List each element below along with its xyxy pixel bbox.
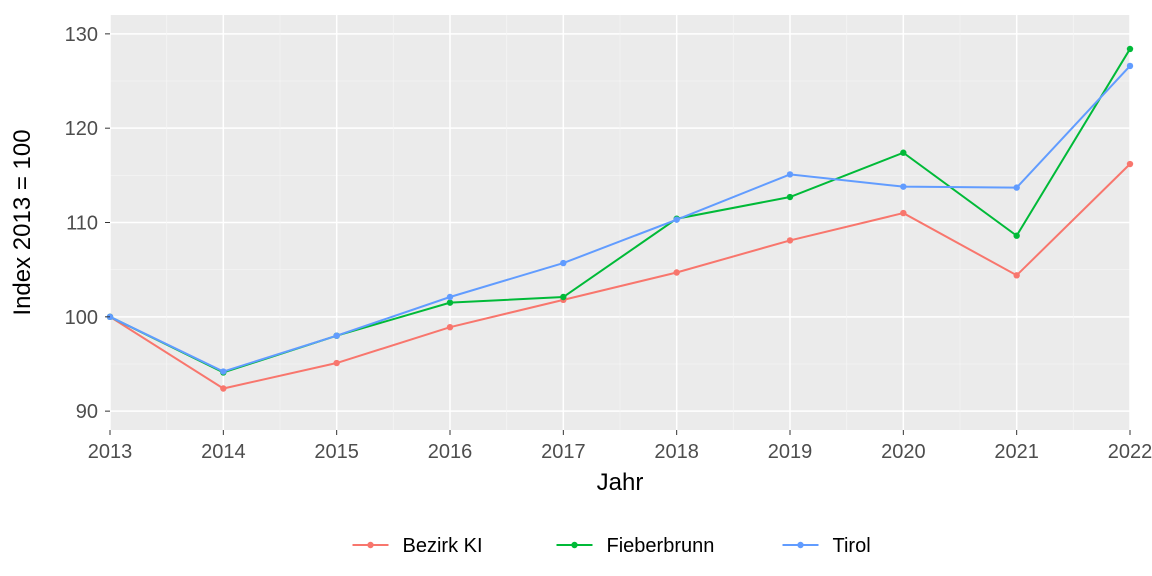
data-point xyxy=(1127,161,1133,167)
line-chart: 2013 2014 2015 2016 2017 2018 2019 2020 2021 2022… xyxy=(0,0,1152,576)
data-point xyxy=(900,150,906,156)
legend-key-point xyxy=(571,542,577,548)
y-tick-label: 110 xyxy=(66,213,98,235)
data-point xyxy=(560,294,566,300)
data-point xyxy=(1013,272,1019,278)
data-point xyxy=(787,237,793,243)
data-point xyxy=(1127,63,1133,69)
chart-container: 2013 2014 2015 2016 2017 2018 2019 2020 2021 2022… xyxy=(0,0,1152,576)
data-point xyxy=(900,183,906,189)
data-point xyxy=(787,171,793,177)
legend-key-point xyxy=(797,542,803,548)
x-tick-label: 2020 xyxy=(881,441,926,463)
y-tick-label: 130 xyxy=(65,24,98,46)
legend-item: Bezirk KI xyxy=(353,535,483,557)
data-point xyxy=(1127,46,1133,52)
legend-item: Tirol xyxy=(783,535,871,557)
data-point xyxy=(333,332,339,338)
legend: Bezirk KI Fieberbrunn Tirol xyxy=(353,535,871,557)
legend-label: Tirol xyxy=(833,535,871,557)
data-point xyxy=(673,269,679,275)
data-point xyxy=(900,210,906,216)
data-point xyxy=(447,324,453,330)
x-tick-label: 2022 xyxy=(1108,441,1152,463)
x-tick-label: 2016 xyxy=(428,441,473,463)
data-point xyxy=(447,294,453,300)
x-tick-label: 2017 xyxy=(541,441,586,463)
data-point xyxy=(1013,184,1019,190)
data-point xyxy=(333,360,339,366)
data-point xyxy=(220,368,226,374)
x-tick-label: 2015 xyxy=(314,441,359,463)
data-point xyxy=(447,299,453,305)
x-axis-title: Jahr xyxy=(597,469,644,496)
legend-label: Bezirk KI xyxy=(403,535,483,557)
y-tick-label: 90 xyxy=(76,401,98,423)
data-point xyxy=(673,216,679,222)
data-point xyxy=(220,385,226,391)
x-tick-label: 2018 xyxy=(654,441,699,463)
y-axis-title: Index 2013 = 100 xyxy=(9,129,36,315)
legend-key-point xyxy=(367,542,373,548)
y-tick-label: 120 xyxy=(65,118,98,140)
y-tick-label: 100 xyxy=(65,307,98,329)
legend-label: Fieberbrunn xyxy=(607,535,715,557)
x-tick-label: 2021 xyxy=(994,441,1039,463)
x-tick-label: 2013 xyxy=(88,441,133,463)
x-tick-label: 2014 xyxy=(201,441,246,463)
data-point xyxy=(787,194,793,200)
legend-item: Fieberbrunn xyxy=(557,535,715,557)
data-point xyxy=(560,260,566,266)
x-tick-label: 2019 xyxy=(768,441,813,463)
data-point xyxy=(1013,233,1019,239)
